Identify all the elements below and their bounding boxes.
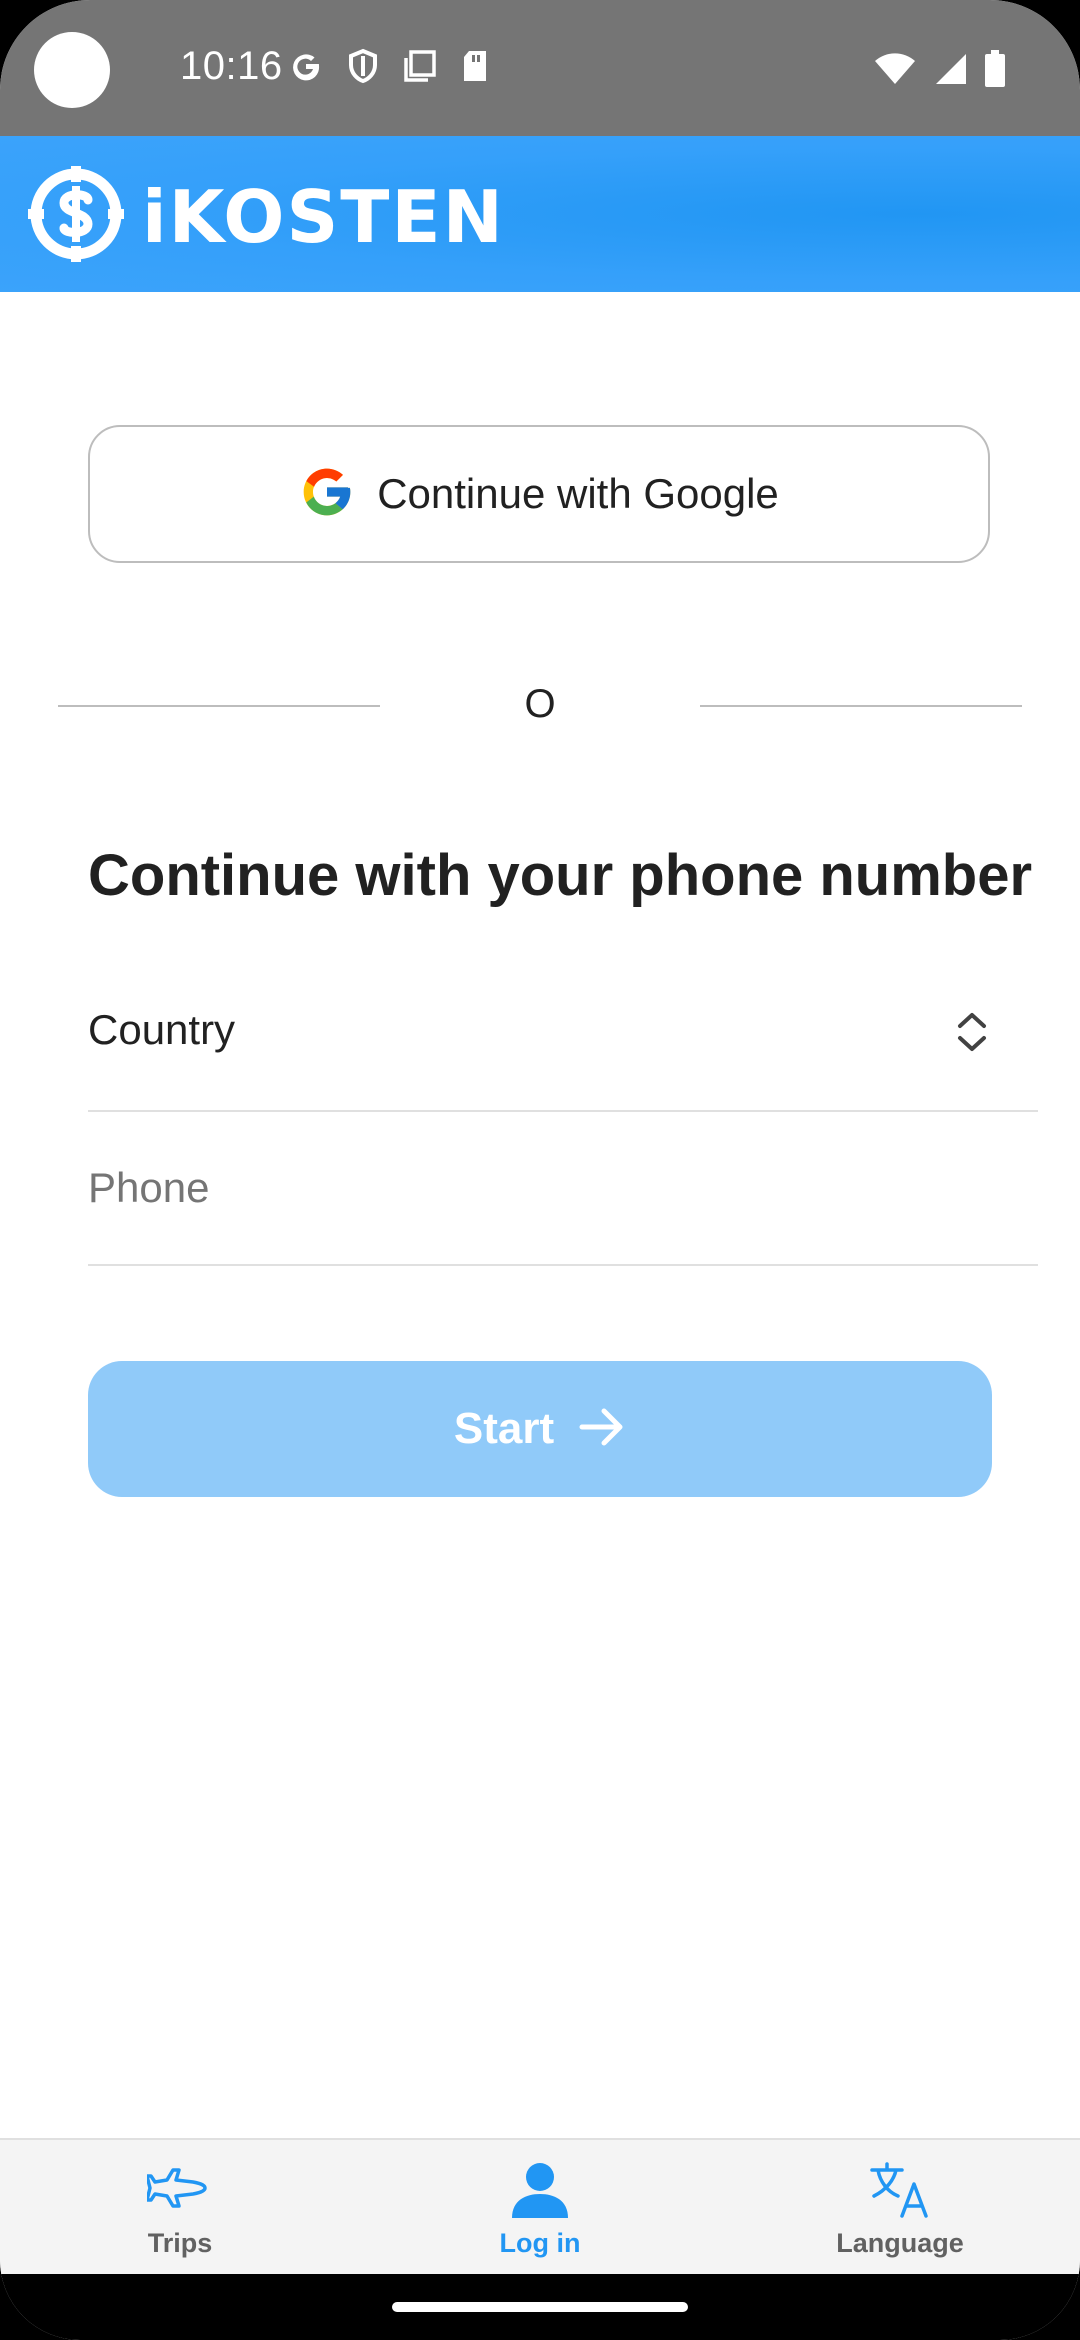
status-time: 10:16 bbox=[180, 44, 283, 88]
google-button-label: Continue with Google bbox=[377, 470, 779, 517]
country-select[interactable]: Country bbox=[88, 958, 1038, 1112]
start-button-label: Start bbox=[453, 1404, 555, 1453]
country-label: Country bbox=[88, 1006, 236, 1053]
sd-card-icon bbox=[460, 48, 490, 89]
brand-wordmark: iKOSTEN bbox=[142, 174, 505, 259]
home-indicator[interactable] bbox=[392, 2302, 688, 2312]
translate-icon bbox=[868, 2160, 932, 2220]
chevron-up-down-icon bbox=[954, 1010, 990, 1059]
app-bar: iKOSTEN bbox=[0, 136, 1080, 292]
camera-cutout bbox=[34, 32, 110, 108]
nav-item-language[interactable]: Language bbox=[720, 2140, 1080, 2276]
status-icons-left bbox=[288, 48, 490, 89]
status-icons-right bbox=[874, 50, 1006, 93]
status-bar: 10:16 bbox=[0, 0, 1080, 136]
arrow-right-icon bbox=[578, 1407, 626, 1452]
nav-item-log-in[interactable]: Log in bbox=[360, 2140, 720, 2276]
divider-line-left bbox=[58, 705, 380, 707]
divider-line-right bbox=[700, 705, 1022, 707]
phone-screen: 10:16 iKOSTEN Continue with Google O Con… bbox=[0, 0, 1080, 2340]
shield-icon bbox=[346, 48, 380, 89]
phone-input[interactable] bbox=[88, 1112, 1038, 1264]
phone-field[interactable] bbox=[88, 1112, 1038, 1266]
screenshot-icon bbox=[402, 48, 438, 89]
person-icon bbox=[510, 2160, 570, 2220]
airplane-icon bbox=[147, 2160, 213, 2220]
battery-icon bbox=[984, 50, 1006, 93]
nav-label-trips: Trips bbox=[147, 2228, 213, 2258]
dollar-coin-icon bbox=[28, 166, 124, 267]
nav-label-language: Language bbox=[836, 2228, 964, 2258]
google-logo-icon bbox=[299, 464, 355, 525]
signal-icon bbox=[932, 52, 968, 91]
nav-label-log-in: Log in bbox=[499, 2228, 581, 2258]
start-button[interactable]: Start bbox=[88, 1361, 992, 1497]
phone-section-heading: Continue with your phone number bbox=[88, 843, 1033, 908]
app-logo: iKOSTEN bbox=[28, 166, 505, 267]
nav-item-trips[interactable]: Trips bbox=[0, 2140, 360, 2276]
divider-text: O bbox=[524, 682, 556, 726]
bottom-navigation: Trips Log in Language bbox=[0, 2138, 1080, 2274]
google-icon bbox=[288, 48, 324, 89]
continue-with-google-button[interactable]: Continue with Google bbox=[88, 425, 990, 563]
wifi-icon bbox=[874, 52, 916, 91]
